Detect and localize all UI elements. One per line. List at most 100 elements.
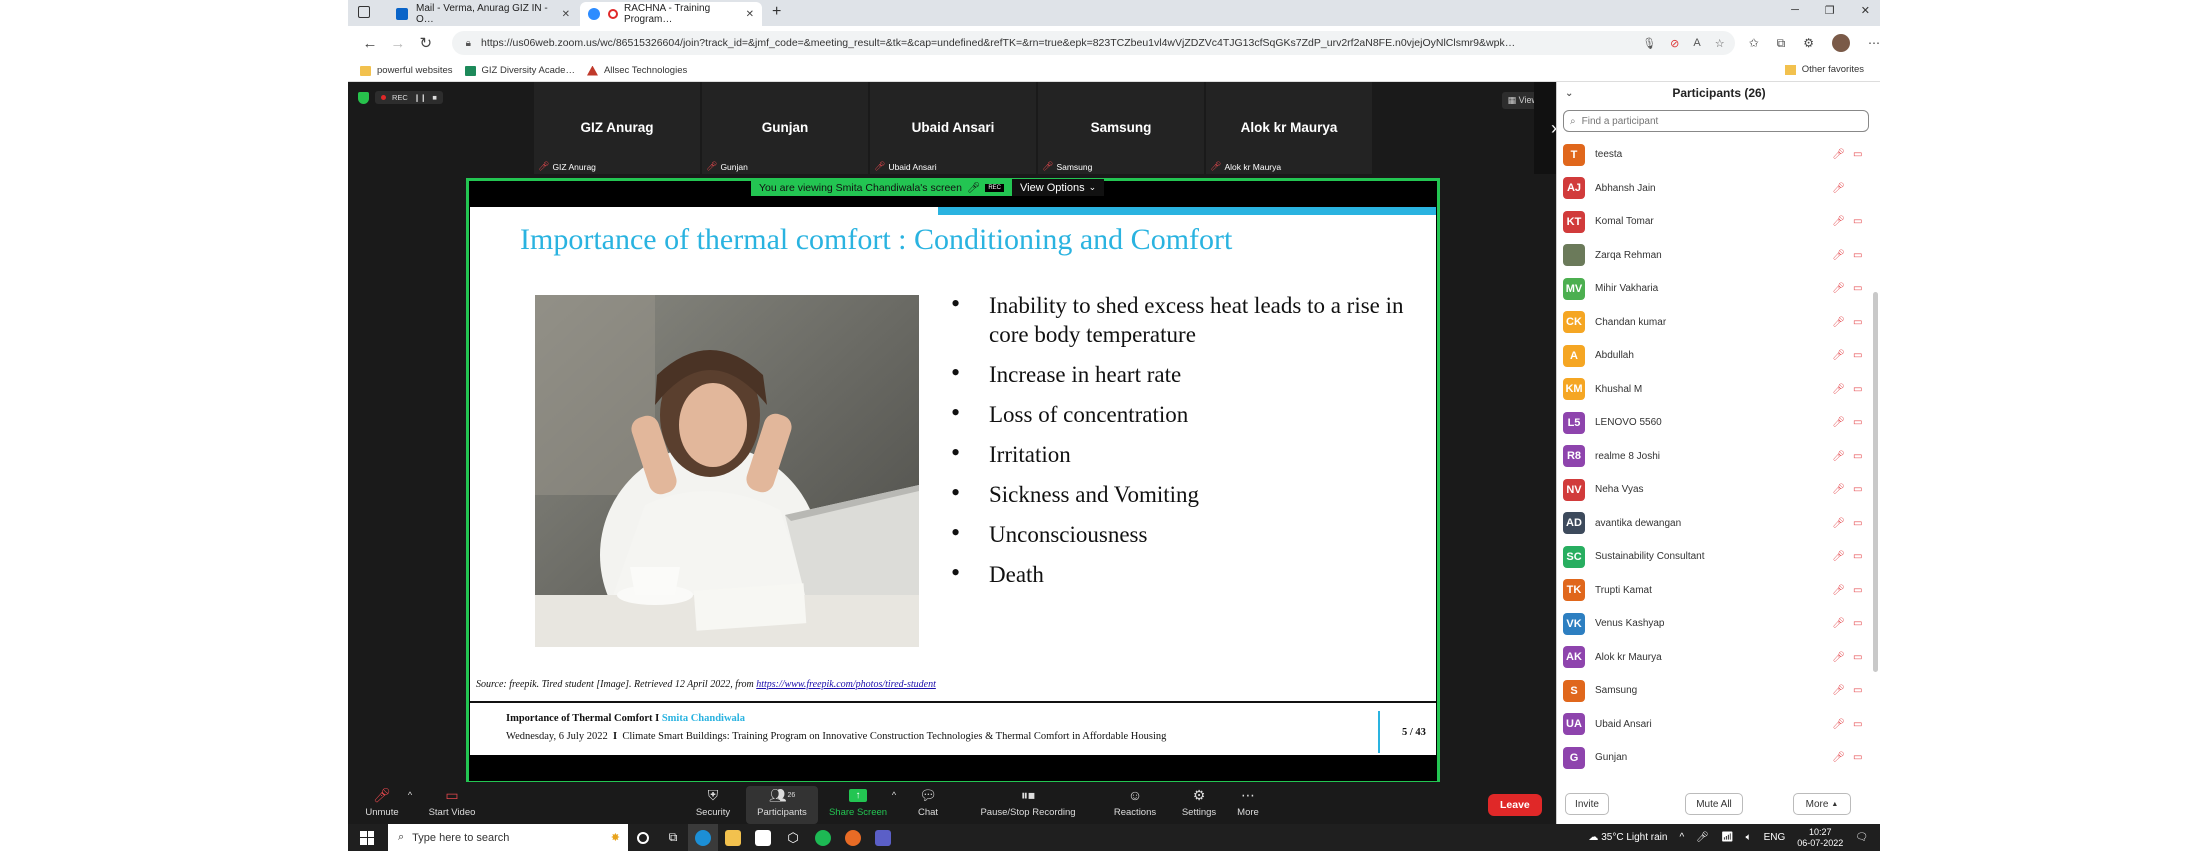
favorite-star-icon[interactable]: ☆ [1715, 37, 1725, 50]
bookmark-giz-diversity[interactable]: GIZ Diversity Acade… [464, 65, 575, 76]
participant-row[interactable]: KM Khushal M 🎤︎ ▭ [1563, 373, 1863, 407]
tab-actions-icon[interactable] [358, 6, 370, 18]
tile-label: GIZ Anurag [552, 161, 596, 172]
find-participant-input[interactable] [1581, 115, 1852, 127]
settings-button[interactable]: ⚙︎ Settings [1178, 786, 1220, 819]
participant-row[interactable]: Tteesta 🎤︎ ▭ [1563, 140, 1863, 172]
participant-row[interactable]: G Gunjan 🎤︎ ▭ [1563, 741, 1863, 774]
tray-chevron-icon[interactable]: ^ [1679, 832, 1684, 843]
video-tile[interactable]: Gunjan 🎤︎ Gunjan [702, 82, 868, 174]
profile-avatar[interactable] [1832, 34, 1850, 52]
tab-zoom-meeting[interactable]: RACHNA - Training Program… ✕ [580, 2, 762, 26]
collections-icon[interactable]: ⧉ [1777, 36, 1786, 51]
security-button[interactable]: ⛨ Security [690, 786, 736, 819]
close-window-icon[interactable]: ✕ [1861, 4, 1870, 17]
participant-row[interactable]: VK Venus Kashyap 🎤︎ ▭ [1563, 607, 1863, 641]
clock[interactable]: 10:27 06-07-2022 [1797, 827, 1843, 849]
microphone-icon[interactable]: 🎙︎ [1642, 37, 1656, 50]
audio-options-chevron[interactable]: ^ [404, 786, 416, 807]
minimize-icon[interactable]: ─ [1791, 4, 1799, 17]
participant-row[interactable]: UA Ubaid Ansari 🎤︎ ▭ [1563, 708, 1863, 742]
reactions-button[interactable]: ☺︎ Reactions [1110, 786, 1160, 818]
source-link[interactable]: https://www.freepik.com/photos/tired-stu… [756, 679, 936, 690]
participant-row[interactable]: L5 LENOVO 5560 🎤︎ ▭ [1563, 406, 1863, 440]
file-explorer-icon[interactable] [718, 824, 748, 851]
participant-row[interactable]: S Samsung 🎤︎ ▭ [1563, 674, 1863, 708]
close-tab-icon[interactable]: ✕ [562, 9, 570, 20]
participant-row[interactable]: KT Komal Tomar 🎤︎ ▭ [1563, 205, 1863, 239]
participant-row[interactable]: Zarqa Rehman 🎤︎ ▭ [1563, 239, 1863, 273]
participant-row[interactable]: SC Sustainability Consultant 🎤︎ ▭ [1563, 540, 1863, 574]
tray-mic-icon[interactable]: 🎤︎ [1696, 832, 1709, 843]
participant-row[interactable]: TK Trupti Kamat 🎤︎ ▭ [1563, 574, 1863, 608]
mute-all-button[interactable]: Mute All [1685, 793, 1743, 815]
zoom-app: REC ❙❙ ■ ▦ View GIZ Anurag 🎤︎ GIZ Anurag … [348, 82, 1880, 824]
edge-icon[interactable] [688, 824, 718, 851]
weather-widget[interactable]: ☁︎ 35°C Light rain [1588, 832, 1667, 843]
bookmark-powerful-websites[interactable]: powerful websites [360, 65, 453, 76]
back-icon[interactable]: ← [356, 35, 384, 52]
extensions-icon[interactable]: ⚙︎ [1803, 36, 1814, 50]
read-aloud-icon[interactable]: A [1693, 37, 1700, 50]
video-tile[interactable]: Ubaid Ansari 🎤︎ Ubaid Ansari [870, 82, 1036, 174]
notifications-icon[interactable]: 🗨︎ [1855, 832, 1868, 843]
rec-pill[interactable]: REC ❙❙ ■ [375, 91, 443, 104]
spotify-icon[interactable] [808, 824, 838, 851]
restore-icon[interactable]: ❐ [1825, 4, 1835, 17]
participant-row[interactable]: AK Alok kr Maurya 🎤︎ ▭ [1563, 641, 1863, 675]
video-tile[interactable]: Samsung 🎤︎ Samsung [1038, 82, 1204, 174]
leave-button[interactable]: Leave [1488, 794, 1542, 816]
video-tile[interactable]: GIZ Anurag 🎤︎ GIZ Anurag [534, 82, 700, 174]
refresh-icon[interactable]: ↻ [412, 34, 440, 52]
participant-list-scrollbar[interactable] [1873, 292, 1878, 672]
participants-more-button[interactable]: More ▲ [1793, 793, 1851, 815]
cortana-icon[interactable] [628, 824, 658, 851]
clock-date: 06-07-2022 [1797, 837, 1844, 848]
pause-stop-recording-button[interactable]: ⏸︎⏹︎ Pause/Stop Recording [980, 786, 1076, 819]
more-button[interactable]: ⋯ More [1230, 786, 1266, 819]
bullet-item: Irritation [945, 438, 1415, 469]
participant-row[interactable]: AJ Abhansh Jain 🎤︎ [1563, 172, 1863, 206]
participant-row[interactable]: NV Neha Vyas 🎤︎ ▭ [1563, 473, 1863, 507]
settings-app-icon[interactable]: ⬡ [778, 824, 808, 851]
stop-icon[interactable]: ■ [432, 93, 437, 102]
participant-row[interactable]: R8 realme 8 Joshi 🎤︎ ▭ [1563, 440, 1863, 474]
start-video-button[interactable]: ▭ Start Video [424, 786, 480, 819]
participant-row[interactable]: AD avantika dewangan 🎤︎ ▭ [1563, 507, 1863, 541]
new-tab-icon[interactable]: + [772, 3, 781, 21]
invite-button[interactable]: Invite [1565, 793, 1609, 815]
video-off-icon: ▭ [445, 786, 459, 803]
windows-start-icon[interactable] [360, 830, 374, 845]
find-participant-box[interactable]: ⌕ [1563, 110, 1869, 132]
video-tile[interactable]: Alok kr Maurya 🎤︎ Alok kr Maurya [1206, 82, 1372, 174]
menu-dots-icon[interactable]: ⋯ [1868, 36, 1880, 50]
chat-button[interactable]: 💬︎ Chat [908, 786, 948, 819]
participants-button[interactable]: 👥︎ 26 Participants [746, 786, 818, 824]
language-indicator[interactable]: ENG [1764, 832, 1786, 843]
teams-icon[interactable] [868, 824, 898, 851]
share-options-chevron[interactable]: ^ [888, 786, 900, 807]
network-icon[interactable]: 📶︎ [1721, 832, 1734, 843]
volume-icon[interactable]: 🔈︎ [1746, 832, 1752, 843]
favorites-icon[interactable]: ✩ [1749, 36, 1759, 50]
other-favorites[interactable]: Other favorites [1784, 64, 1864, 75]
pause-icon[interactable]: ❙❙ [414, 93, 427, 102]
participants-count: 26 [787, 791, 796, 799]
firefox-icon[interactable] [838, 824, 868, 851]
collapse-chevron-icon[interactable]: ⌄ [1565, 88, 1573, 99]
taskbar-search-box[interactable]: ⌕ Type here to search ✸ [388, 824, 628, 851]
participant-row[interactable]: MV Mihir Vakharia 🎤︎ ▭ [1563, 272, 1863, 306]
close-tab-icon[interactable]: ✕ [746, 9, 754, 20]
camera-blocked-icon[interactable]: ⊘ [1670, 37, 1679, 50]
share-screen-button[interactable]: ↑ Share Screen [826, 786, 890, 818]
participant-row[interactable]: CK Chandan kumar 🎤︎ ▭ [1563, 306, 1863, 340]
bookmark-allsec[interactable]: Allsec Technologies [586, 65, 687, 76]
store-icon[interactable] [748, 824, 778, 851]
view-options-button[interactable]: View Options ⌄ [1012, 179, 1105, 196]
tab-outlook-mail[interactable]: Mail - Verma, Anurag GIZ IN - O… ✕ [388, 2, 578, 26]
url-field[interactable]: 🔒︎ https://us06web.zoom.us/wc/8651532660… [451, 31, 1735, 55]
task-view-icon[interactable]: ⧉ [658, 824, 688, 851]
forward-icon[interactable]: → [384, 35, 412, 52]
unmute-button[interactable]: 🎤︎ Unmute [360, 786, 404, 819]
participant-row[interactable]: A Abdullah 🎤︎ ▭ [1563, 339, 1863, 373]
